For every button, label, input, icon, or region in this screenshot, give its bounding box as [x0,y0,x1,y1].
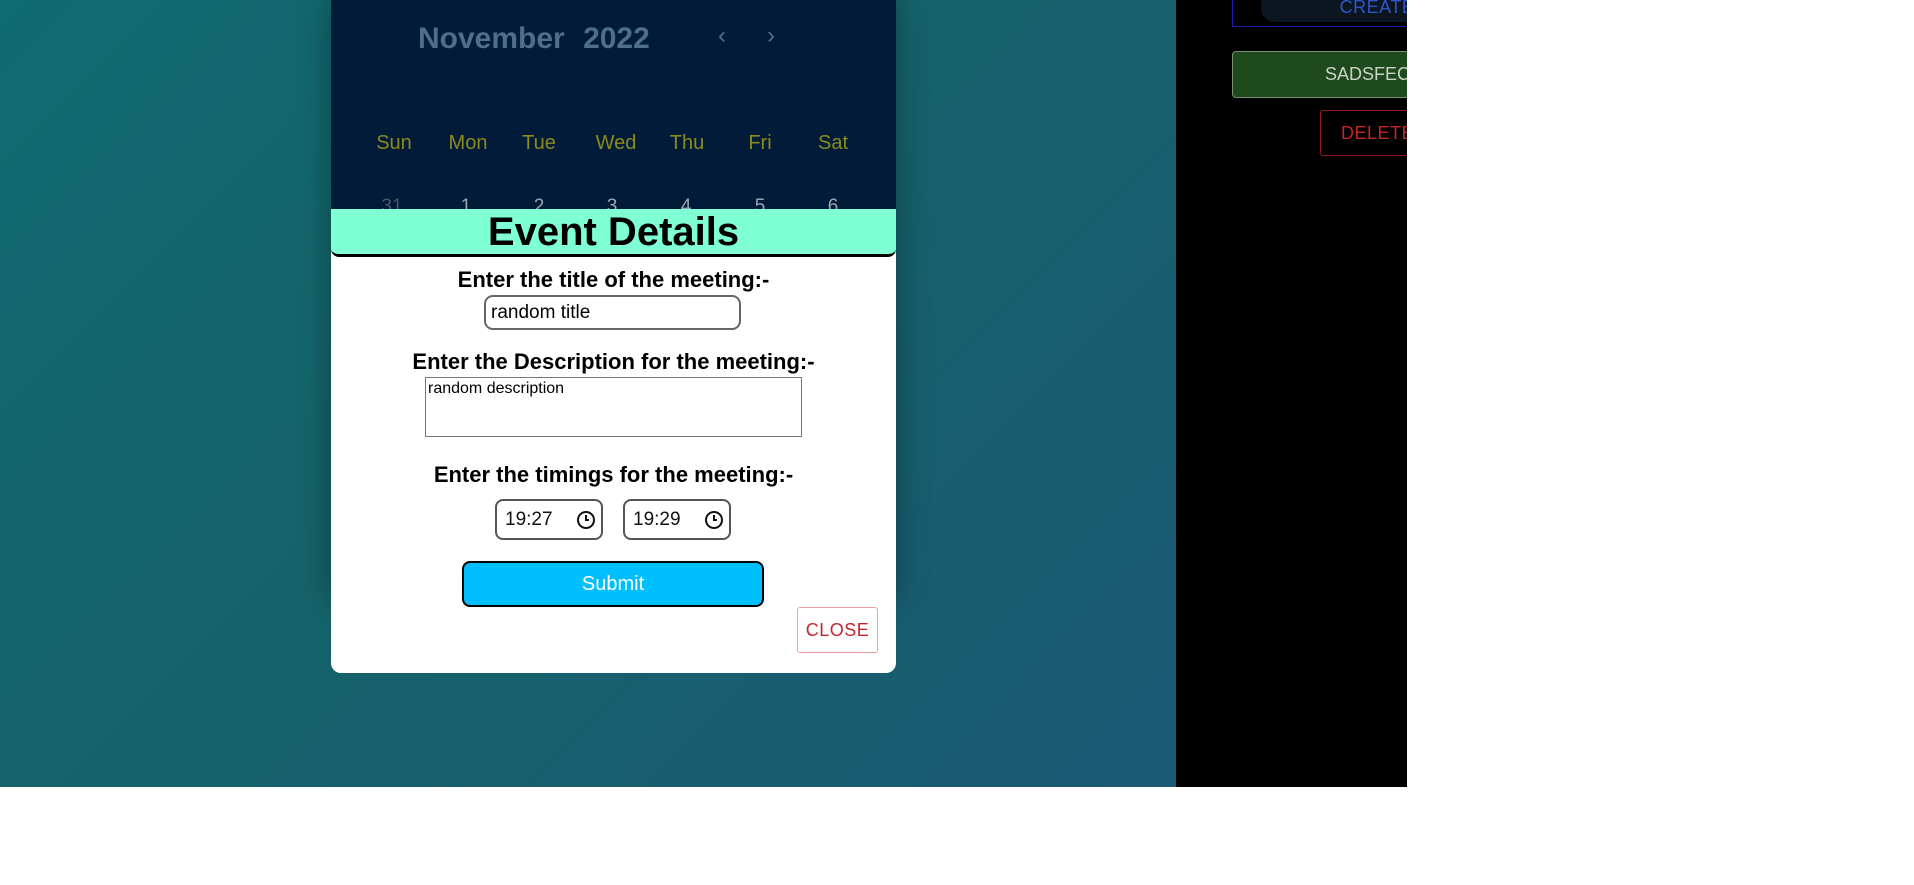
submit-button[interactable]: Submit [462,561,764,607]
calendar-month: November [418,22,565,55]
weekday-label: Tue [522,132,556,154]
modal-title: Event Details [487,210,740,254]
description-input[interactable]: random description [425,377,802,437]
end-time-value: 19:29 [633,508,681,530]
clock-icon[interactable] [705,510,723,529]
weekday-label: Sat [817,132,849,154]
create-event-button[interactable]: CREATE [1232,0,1407,27]
weekday-label: Thu [669,132,705,154]
calendar-year: 2022 [583,22,650,55]
weekday-label: Fri [748,132,772,154]
title-label: Enter the title of the meeting:- [457,267,770,292]
event-item-label: SADSFEC [1325,64,1407,84]
start-time-value: 19:27 [505,508,553,530]
close-button[interactable]: CLOSE [797,607,878,653]
delete-button-label: DELETE [1341,122,1407,143]
start-time-input[interactable]: 19:27 [495,499,603,540]
chevron-left-icon[interactable]: ‹ [708,22,736,50]
close-button-label: CLOSE [805,619,870,640]
end-time-input[interactable]: 19:29 [623,499,731,540]
delete-button[interactable]: DELETE [1320,110,1407,156]
chevron-right-icon[interactable]: › [757,22,785,50]
weekday-label: Wed [595,132,637,154]
clock-icon[interactable] [577,510,595,529]
title-input[interactable] [484,295,741,330]
modal-header: Event Details [331,209,896,257]
weekday-header: Sun Mon Tue Wed Thu Fri Sat [331,132,896,162]
event-item-button[interactable]: SADSFEC [1232,51,1407,98]
calendar-month-year: November 2022 [418,22,650,56]
create-button-label: CREATE [1339,0,1407,17]
side-panel: CREATE SADSFEC DELETE [1176,0,1407,787]
event-details-modal: Event Details Enter the title of the mee… [331,209,896,673]
description-label: Enter the Description for the meeting:- [412,349,815,374]
weekday-label: Sun [376,132,412,154]
timings-label: Enter the timings for the meeting:- [433,462,794,487]
weekday-label: Mon [448,132,488,154]
submit-button-label: Submit [581,572,645,595]
